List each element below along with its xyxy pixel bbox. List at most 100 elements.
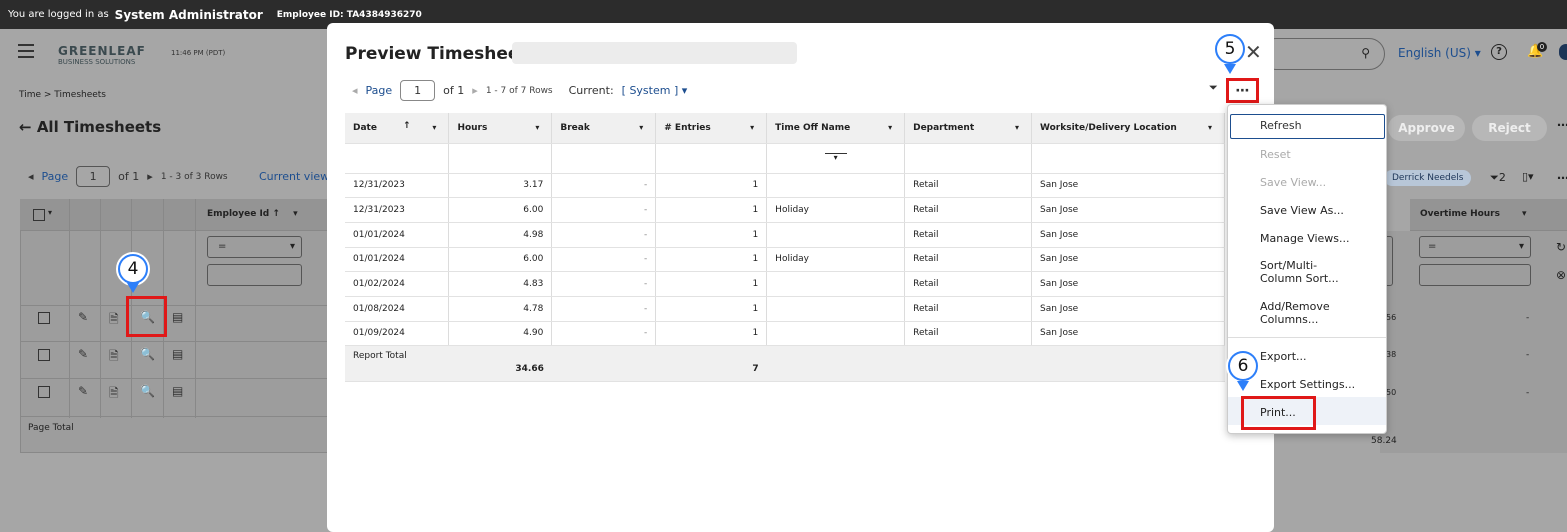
column-header-date[interactable]: Date ↑ ▾ bbox=[345, 113, 450, 144]
filter-count-icon[interactable]: ⏷2 bbox=[1490, 171, 1506, 185]
employee-id-header[interactable]: Employee Id ↑ ▾ bbox=[207, 209, 298, 219]
menu-item-export-settings[interactable]: Export Settings... bbox=[1260, 378, 1355, 391]
document-icon[interactable]: 🗎 bbox=[109, 384, 119, 405]
menu-item-manage-views[interactable]: Manage Views... bbox=[1260, 232, 1350, 245]
page-input[interactable]: 1 bbox=[76, 166, 111, 187]
next-page-icon[interactable]: ▸ bbox=[472, 84, 478, 97]
empty-total-cell bbox=[1031, 345, 1225, 383]
options-dropdown-menu: Refresh Reset Save View... Save View As.… bbox=[1227, 104, 1387, 434]
more-actions-icon[interactable]: ⋯ bbox=[1557, 118, 1567, 132]
table-row: 01/08/2024 4.78-1 Retail San Jose bbox=[345, 296, 1225, 322]
employee-card-icon[interactable]: ▤ bbox=[172, 310, 183, 324]
language-selector[interactable]: English (US) ▾ bbox=[1398, 46, 1481, 60]
current-view-link[interactable]: Current view bbox=[259, 170, 329, 183]
employee-card-icon[interactable]: ▤ bbox=[172, 384, 183, 398]
preview-document-icon[interactable]: 🔍 bbox=[140, 384, 155, 398]
clear-filter-icon[interactable]: ⊗ bbox=[1556, 268, 1566, 282]
filter-cell[interactable] bbox=[448, 143, 553, 174]
employee-id-filter-operator[interactable]: = ▾ bbox=[207, 236, 302, 258]
filter-dropdown-cell[interactable]: ▾ bbox=[766, 143, 906, 174]
column-header-worksite[interactable]: Worksite/Delivery Location ▾ bbox=[1031, 113, 1225, 144]
filter-cell[interactable] bbox=[655, 143, 768, 174]
breadcrumb[interactable]: Time > Timesheets bbox=[19, 90, 106, 100]
back-arrow-icon[interactable]: ← bbox=[19, 118, 32, 136]
date-cell: 01/09/2024 bbox=[345, 321, 450, 347]
overtime-filter-input[interactable] bbox=[1419, 264, 1531, 286]
avatar[interactable] bbox=[1559, 44, 1567, 60]
page-label: Page bbox=[365, 84, 393, 97]
break-cell: - bbox=[551, 296, 657, 322]
page-title: ← All Timesheets bbox=[19, 118, 162, 136]
close-icon[interactable]: ✕ bbox=[1245, 40, 1262, 64]
next-page-icon[interactable]: ▸ bbox=[147, 170, 153, 183]
filter-cell[interactable] bbox=[1031, 143, 1225, 174]
step-marker-5: 5 bbox=[1213, 32, 1247, 66]
filter-funnel-icon[interactable]: ⏷ bbox=[1209, 81, 1218, 95]
menu-separator bbox=[1228, 337, 1386, 338]
menu-item-save-view-as[interactable]: Save View As... bbox=[1260, 204, 1344, 217]
edit-pencil-icon[interactable]: ✎ bbox=[78, 310, 88, 324]
worksite-cell: San Jose bbox=[1031, 173, 1225, 199]
refresh-icon[interactable]: ↻ bbox=[1556, 240, 1566, 254]
export-icon[interactable]: ▯▾ bbox=[1522, 170, 1534, 183]
prev-page-icon[interactable]: ◂ bbox=[28, 170, 34, 183]
document-icon[interactable]: 🗎 bbox=[109, 310, 119, 331]
date-cell: 01/08/2024 bbox=[345, 296, 450, 322]
current-view-selector[interactable]: [ System ] ▾ bbox=[622, 84, 688, 97]
date-cell: 01/01/2024 bbox=[345, 222, 450, 248]
table-row: 01/02/2024 4.83-1 Retail San Jose bbox=[345, 271, 1225, 297]
preview-document-icon[interactable]: 🔍 bbox=[140, 347, 155, 361]
select-dropdown-icon[interactable]: ▾ bbox=[48, 208, 52, 217]
overtime-value: 56 bbox=[1386, 313, 1397, 322]
hours-cell: 4.83 bbox=[448, 271, 553, 297]
menu-item-sort[interactable]: Sort/Multi- Column Sort... bbox=[1260, 259, 1339, 285]
document-icon[interactable]: 🗎 bbox=[109, 347, 119, 368]
menu-item-refresh[interactable]: Refresh bbox=[1230, 114, 1385, 139]
employee-id-filter-input[interactable] bbox=[207, 264, 302, 286]
edit-pencil-icon[interactable]: ✎ bbox=[78, 347, 88, 361]
dash-value: - bbox=[1526, 313, 1530, 323]
dash-value: - bbox=[1526, 350, 1530, 360]
filter-row: ▾ bbox=[345, 143, 1225, 174]
filter-cell[interactable] bbox=[904, 143, 1033, 174]
page-total-label: Page Total bbox=[28, 423, 74, 433]
menu-item-add-remove-columns[interactable]: Add/Remove Columns... bbox=[1260, 300, 1330, 326]
hamburger-menu-icon[interactable] bbox=[18, 44, 34, 58]
preview-timesheet-table: Date ↑ ▾ Hours ▾ Break ▾ # Entries ▾ Time Off… bbox=[345, 113, 1225, 383]
column-header-entries[interactable]: # Entries ▾ bbox=[655, 113, 768, 144]
filter-chip[interactable]: Derrick Needels bbox=[1384, 170, 1472, 186]
select-all-checkbox[interactable] bbox=[33, 209, 45, 221]
hours-cell: 6.00 bbox=[448, 197, 553, 223]
worksite-cell: San Jose bbox=[1031, 296, 1225, 322]
filter-cell[interactable] bbox=[551, 143, 657, 174]
page-input[interactable]: 1 bbox=[400, 80, 436, 101]
employee-card-icon[interactable]: ▤ bbox=[172, 347, 183, 361]
worksite-cell: San Jose bbox=[1031, 222, 1225, 248]
edit-pencil-icon[interactable]: ✎ bbox=[78, 384, 88, 398]
overtime-filter-operator[interactable]: = ▾ bbox=[1419, 236, 1531, 258]
employee-id: Employee ID: TA4384936270 bbox=[276, 9, 422, 20]
column-header-time-off-name[interactable]: Time Off Name ▾ bbox=[766, 113, 906, 144]
approve-button[interactable]: Approve bbox=[1388, 115, 1465, 141]
more-options-icon[interactable]: ⋯ bbox=[1557, 171, 1567, 185]
search-input[interactable]: ⚲ bbox=[1260, 38, 1385, 70]
reject-button[interactable]: Reject bbox=[1472, 115, 1547, 141]
entries-cell: 1 bbox=[655, 271, 768, 297]
row-checkbox[interactable] bbox=[38, 312, 50, 324]
help-icon[interactable]: ? bbox=[1491, 44, 1507, 60]
row-checkbox[interactable] bbox=[38, 349, 50, 361]
row-checkbox[interactable] bbox=[38, 386, 50, 398]
time-off-cell bbox=[766, 296, 906, 322]
menu-item-export[interactable]: Export... bbox=[1260, 350, 1307, 363]
hours-cell: 6.00 bbox=[448, 247, 553, 273]
column-header-break[interactable]: Break ▾ bbox=[551, 113, 657, 144]
column-header-department[interactable]: Department ▾ bbox=[904, 113, 1033, 144]
table-header-row: Date ↑ ▾ Hours ▾ Break ▾ # Entries ▾ Time Off… bbox=[345, 113, 1225, 144]
overtime-header[interactable]: Overtime Hours ▾ bbox=[1410, 199, 1567, 231]
column-header-hours[interactable]: Hours ▾ bbox=[448, 113, 553, 144]
prev-page-icon[interactable]: ◂ bbox=[352, 84, 358, 97]
table-row: 12/31/2023 3.17-1 Retail San Jose bbox=[345, 173, 1225, 199]
worksite-cell: San Jose bbox=[1031, 321, 1225, 347]
break-cell: - bbox=[551, 222, 657, 248]
filter-cell[interactable] bbox=[345, 143, 450, 174]
